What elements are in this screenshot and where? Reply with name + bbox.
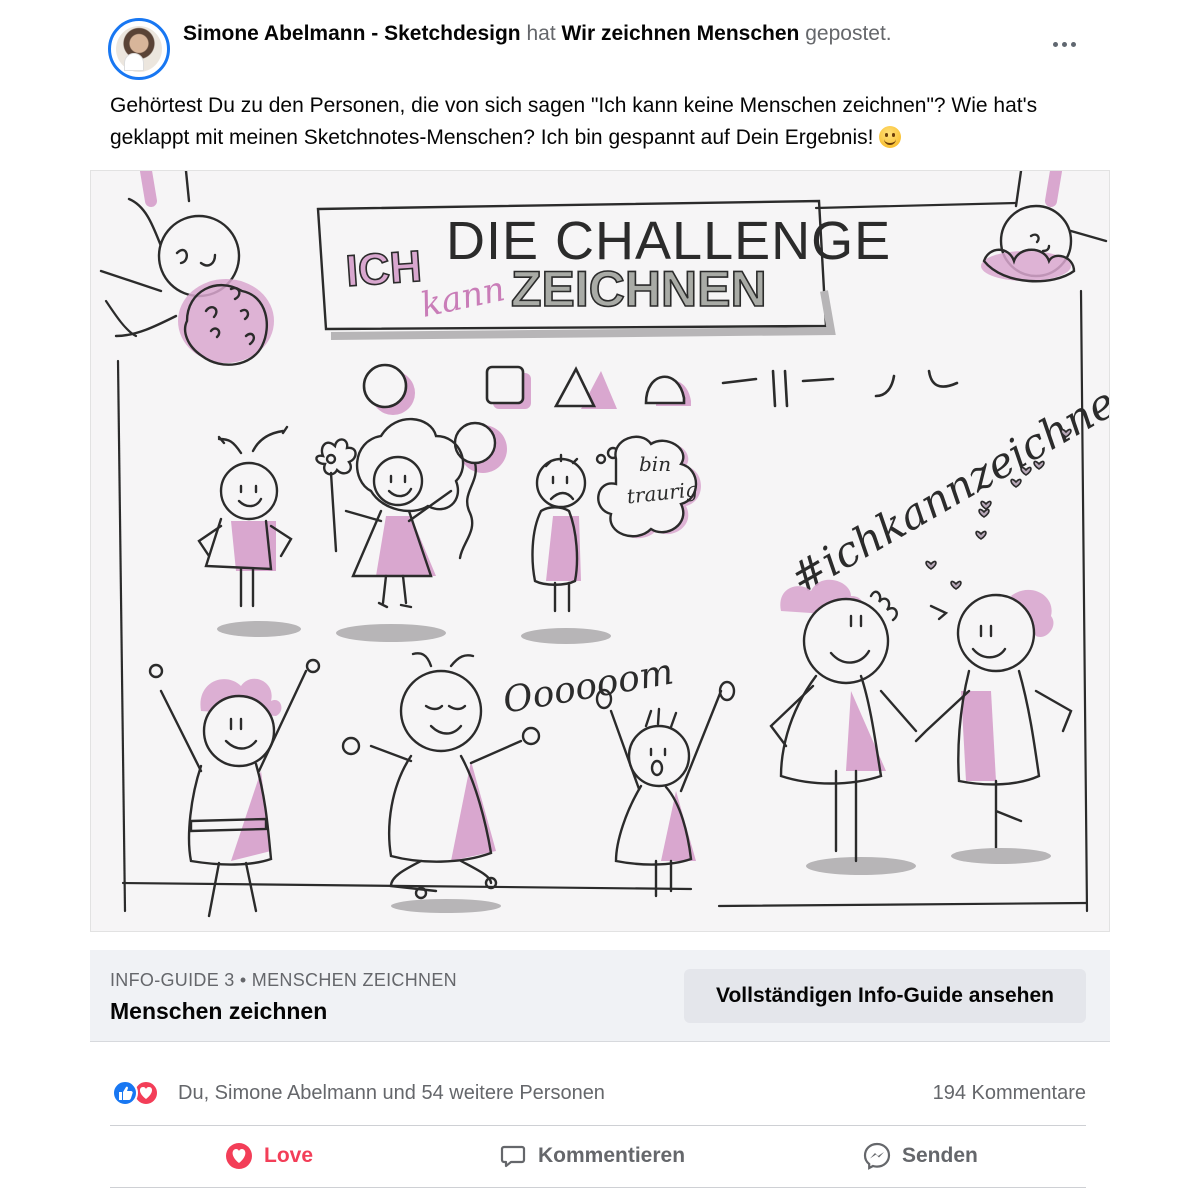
- comment-button[interactable]: Kommentieren: [498, 1130, 685, 1182]
- header-verb: hat: [526, 22, 556, 45]
- comment-count[interactable]: 194 Kommentare: [933, 1082, 1086, 1105]
- avatar-shirt: [124, 53, 144, 71]
- post-header: Simone Abelmann - Sketchdesign hat Wir z…: [108, 18, 1092, 80]
- author-avatar[interactable]: [108, 18, 170, 80]
- basic-shapes-row: [362, 363, 959, 415]
- hashtag-text: #ichkannzeichnen: [782, 364, 1110, 603]
- word-ich: ICH: [344, 242, 423, 296]
- like-reaction-icon: [112, 1080, 138, 1106]
- messenger-icon: [862, 1141, 892, 1171]
- comment-icon: [498, 1141, 528, 1171]
- heart-icon: [224, 1141, 254, 1171]
- divider: [110, 1187, 1086, 1188]
- author-name[interactable]: Simone Abelmann - Sketchdesign: [183, 22, 521, 45]
- character-flower-balloon: [315, 417, 507, 642]
- send-button[interactable]: Senden: [862, 1130, 978, 1182]
- character-cheering-left: [148, 658, 321, 918]
- love-button[interactable]: Love: [224, 1130, 313, 1182]
- comment-label: Kommentieren: [538, 1144, 686, 1167]
- reaction-icons[interactable]: [112, 1080, 170, 1106]
- couple-characters: [769, 579, 1073, 875]
- love-label: Love: [264, 1144, 314, 1167]
- hashtag-and-hearts: #ichkannzeichnen: [782, 364, 1110, 603]
- post-actions: Love Kommentieren Senden: [110, 1130, 1086, 1182]
- header-action: gepostet.: [805, 22, 892, 45]
- word-zeichnen: ZEICHNEN: [511, 261, 767, 317]
- title-banner: DIE CHALLENGE ICH kann ZEICHNEN: [316, 199, 890, 340]
- reaction-names[interactable]: Du, Simone Abelmann und 54 weitere Perso…: [178, 1082, 605, 1105]
- character-antenna: [197, 425, 301, 637]
- corner-character-right: [981, 171, 1108, 283]
- post-text: Gehörtest Du zu den Personen, die von si…: [110, 90, 1100, 154]
- view-full-guide-button[interactable]: Vollständigen Info-Guide ansehen: [684, 969, 1086, 1023]
- reaction-stats: Du, Simone Abelmann und 54 weitere Perso…: [110, 1072, 1086, 1112]
- bubble-text-bin: bin: [639, 452, 671, 476]
- character-sad: bin traurig: [521, 435, 701, 644]
- post-header-line: Simone Abelmann - Sketchdesign hat Wir z…: [183, 22, 892, 46]
- info-guide-kicker: INFO-GUIDE 3 • MENSCHEN ZEICHNEN: [110, 970, 457, 990]
- post-image[interactable]: DIE CHALLENGE ICH kann ZEICHNEN bin trau…: [90, 170, 1110, 932]
- corner-character-left: [99, 171, 274, 366]
- word-kann: kann: [417, 269, 508, 326]
- smiling-face-icon: [879, 126, 902, 148]
- divider: [110, 1125, 1086, 1126]
- info-guide-bar: INFO-GUIDE 3 • MENSCHEN ZEICHNEN Mensche…: [90, 950, 1110, 1042]
- send-label: Senden: [902, 1144, 978, 1167]
- character-surprised: Oooooom: [500, 651, 736, 898]
- info-guide-title[interactable]: Menschen zeichnen: [110, 998, 327, 1025]
- more-options-icon[interactable]: [1046, 30, 1082, 58]
- group-name[interactable]: Wir zeichnen Menschen: [562, 22, 800, 45]
